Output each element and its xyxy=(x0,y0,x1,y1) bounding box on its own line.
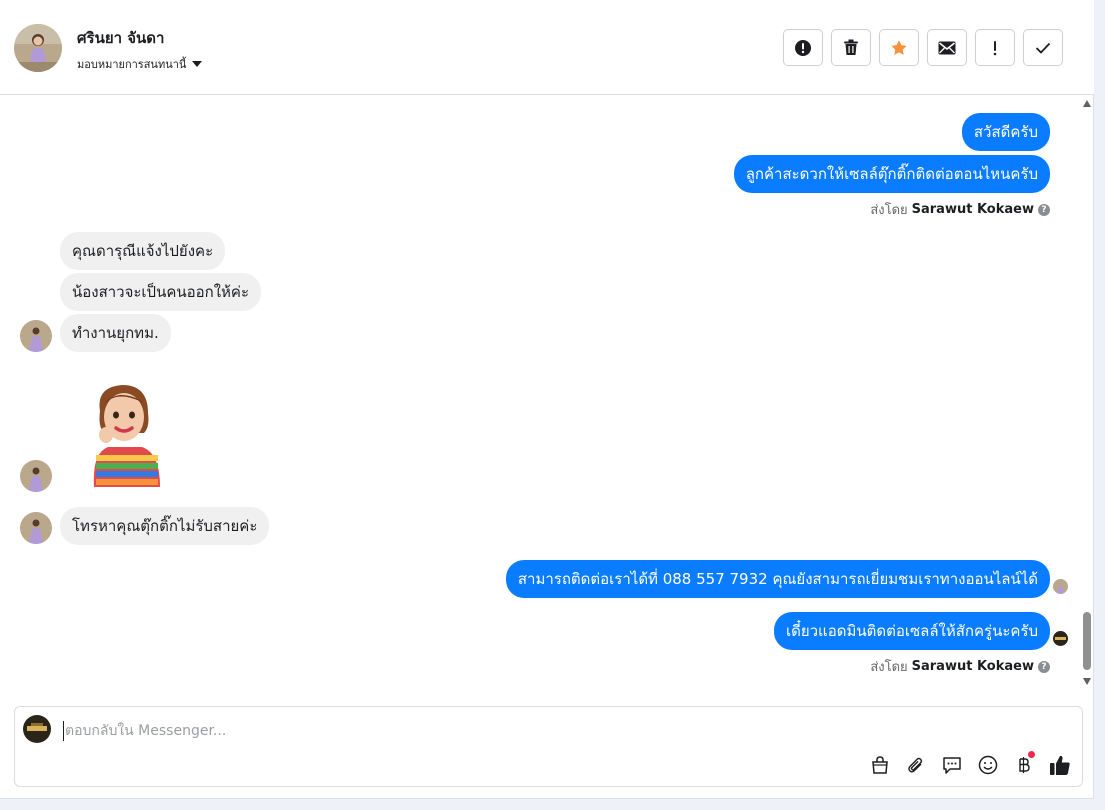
contact-name: ศรินยา จันดา xyxy=(77,29,165,47)
mark-unread-button[interactable] xyxy=(927,29,967,66)
conversation-actions xyxy=(783,29,1063,66)
message-outgoing[interactable]: เดี๋ยวแอดมินติดต่อเซลล์ให้สักครู่นะครับ xyxy=(773,612,1050,650)
contact-avatar-small xyxy=(20,460,52,492)
star-button[interactable] xyxy=(879,29,919,66)
message-outgoing[interactable]: สามารถติดต่อเราได้ที่ 088 557 7932 คุณยั… xyxy=(505,560,1050,598)
conversation-panel: ศรินยา จันดา มอบหมายการสนทนานี้ สวัสดีคร… xyxy=(0,0,1094,799)
mark-spam-button[interactable] xyxy=(783,29,823,66)
smiley-icon xyxy=(978,755,998,775)
date-separator: · · · · xyxy=(530,95,554,100)
saved-replies-button[interactable] xyxy=(940,753,964,777)
emoji-button[interactable] xyxy=(976,753,1000,777)
reply-input[interactable] xyxy=(63,721,843,741)
help-icon[interactable]: ? xyxy=(1038,203,1050,216)
message-incoming[interactable]: โทรหาคุณตุ๊กติ๊กไม่รับสายค่ะ xyxy=(60,507,270,545)
page-avatar xyxy=(23,715,51,743)
seen-avatar xyxy=(1053,579,1068,594)
help-icon[interactable]: ? xyxy=(1038,660,1050,673)
message-outgoing[interactable]: ลูกค้าสะดวกให้เซลล์ตุ๊กติ๊กติดต่อตอนไหนค… xyxy=(733,155,1050,193)
composer-tools xyxy=(868,751,1072,777)
mark-done-button[interactable] xyxy=(1023,29,1063,66)
envelope-icon xyxy=(938,41,956,54)
contact-avatar-small xyxy=(20,512,52,544)
baht-icon xyxy=(1019,757,1030,773)
star-icon xyxy=(891,39,907,55)
page-avatar-small xyxy=(1053,631,1068,646)
check-icon xyxy=(1035,42,1051,54)
sent-by-prefix: ส่งโดย xyxy=(870,203,908,218)
sent-by-prefix: ส่งโดย xyxy=(870,660,908,675)
attach-button[interactable] xyxy=(904,753,928,777)
conversation-header: ศรินยา จันดา มอบหมายการสนทนานี้ xyxy=(0,0,1094,95)
message-outgoing[interactable]: สวัสดีครับ xyxy=(961,113,1050,151)
avatar-sticker[interactable] xyxy=(86,383,166,487)
chevron-down-icon xyxy=(192,61,203,67)
message-incoming[interactable]: ทำงานยุกทม. xyxy=(60,314,171,352)
follow-up-button[interactable] xyxy=(975,29,1015,66)
sent-by-line: ส่งโดย Sarawut Kokaew ? xyxy=(870,199,1050,220)
chat-bubble-icon xyxy=(943,757,961,774)
contact-avatar-small xyxy=(20,320,52,352)
scroll-up-arrow-icon[interactable] xyxy=(1083,100,1091,107)
message-incoming[interactable]: น้องสาวจะเป็นคนออกให้ค่ะ xyxy=(60,273,262,311)
assign-conversation-dropdown[interactable]: มอบหมายการสนทนานี้ xyxy=(77,55,203,73)
reply-composer xyxy=(14,706,1083,787)
assign-label: มอบหมายการสนทนานี้ xyxy=(77,58,187,71)
scroll-down-arrow-icon[interactable] xyxy=(1083,678,1091,685)
sent-by-line: ส่งโดย Sarawut Kokaew ? xyxy=(870,656,1050,677)
thread-scrollbar[interactable] xyxy=(1082,100,1093,688)
message-incoming[interactable]: คุณดารุณีแจ้งไปยังคะ xyxy=(60,232,226,270)
sender-name: Sarawut Kokaew xyxy=(911,202,1034,217)
thumbs-up-icon xyxy=(1050,755,1070,775)
alert-circle-icon xyxy=(795,39,811,56)
trash-icon xyxy=(844,39,858,55)
like-button[interactable] xyxy=(1048,753,1072,777)
contact-avatar[interactable] xyxy=(14,24,62,72)
shopping-bag-icon xyxy=(872,756,888,774)
paperclip-icon xyxy=(908,757,923,773)
notification-badge xyxy=(1028,751,1035,758)
exclamation-icon xyxy=(993,40,997,55)
delete-button[interactable] xyxy=(831,29,871,66)
message-thread[interactable]: · · · · สวัสดีครับ ลูกค้าสะดวกให้เซลล์ตุ… xyxy=(0,95,1094,695)
sender-name: Sarawut Kokaew xyxy=(911,659,1034,674)
scrollbar-thumb[interactable] xyxy=(1083,612,1091,670)
payment-button[interactable] xyxy=(1012,751,1036,777)
shop-button[interactable] xyxy=(868,753,892,777)
